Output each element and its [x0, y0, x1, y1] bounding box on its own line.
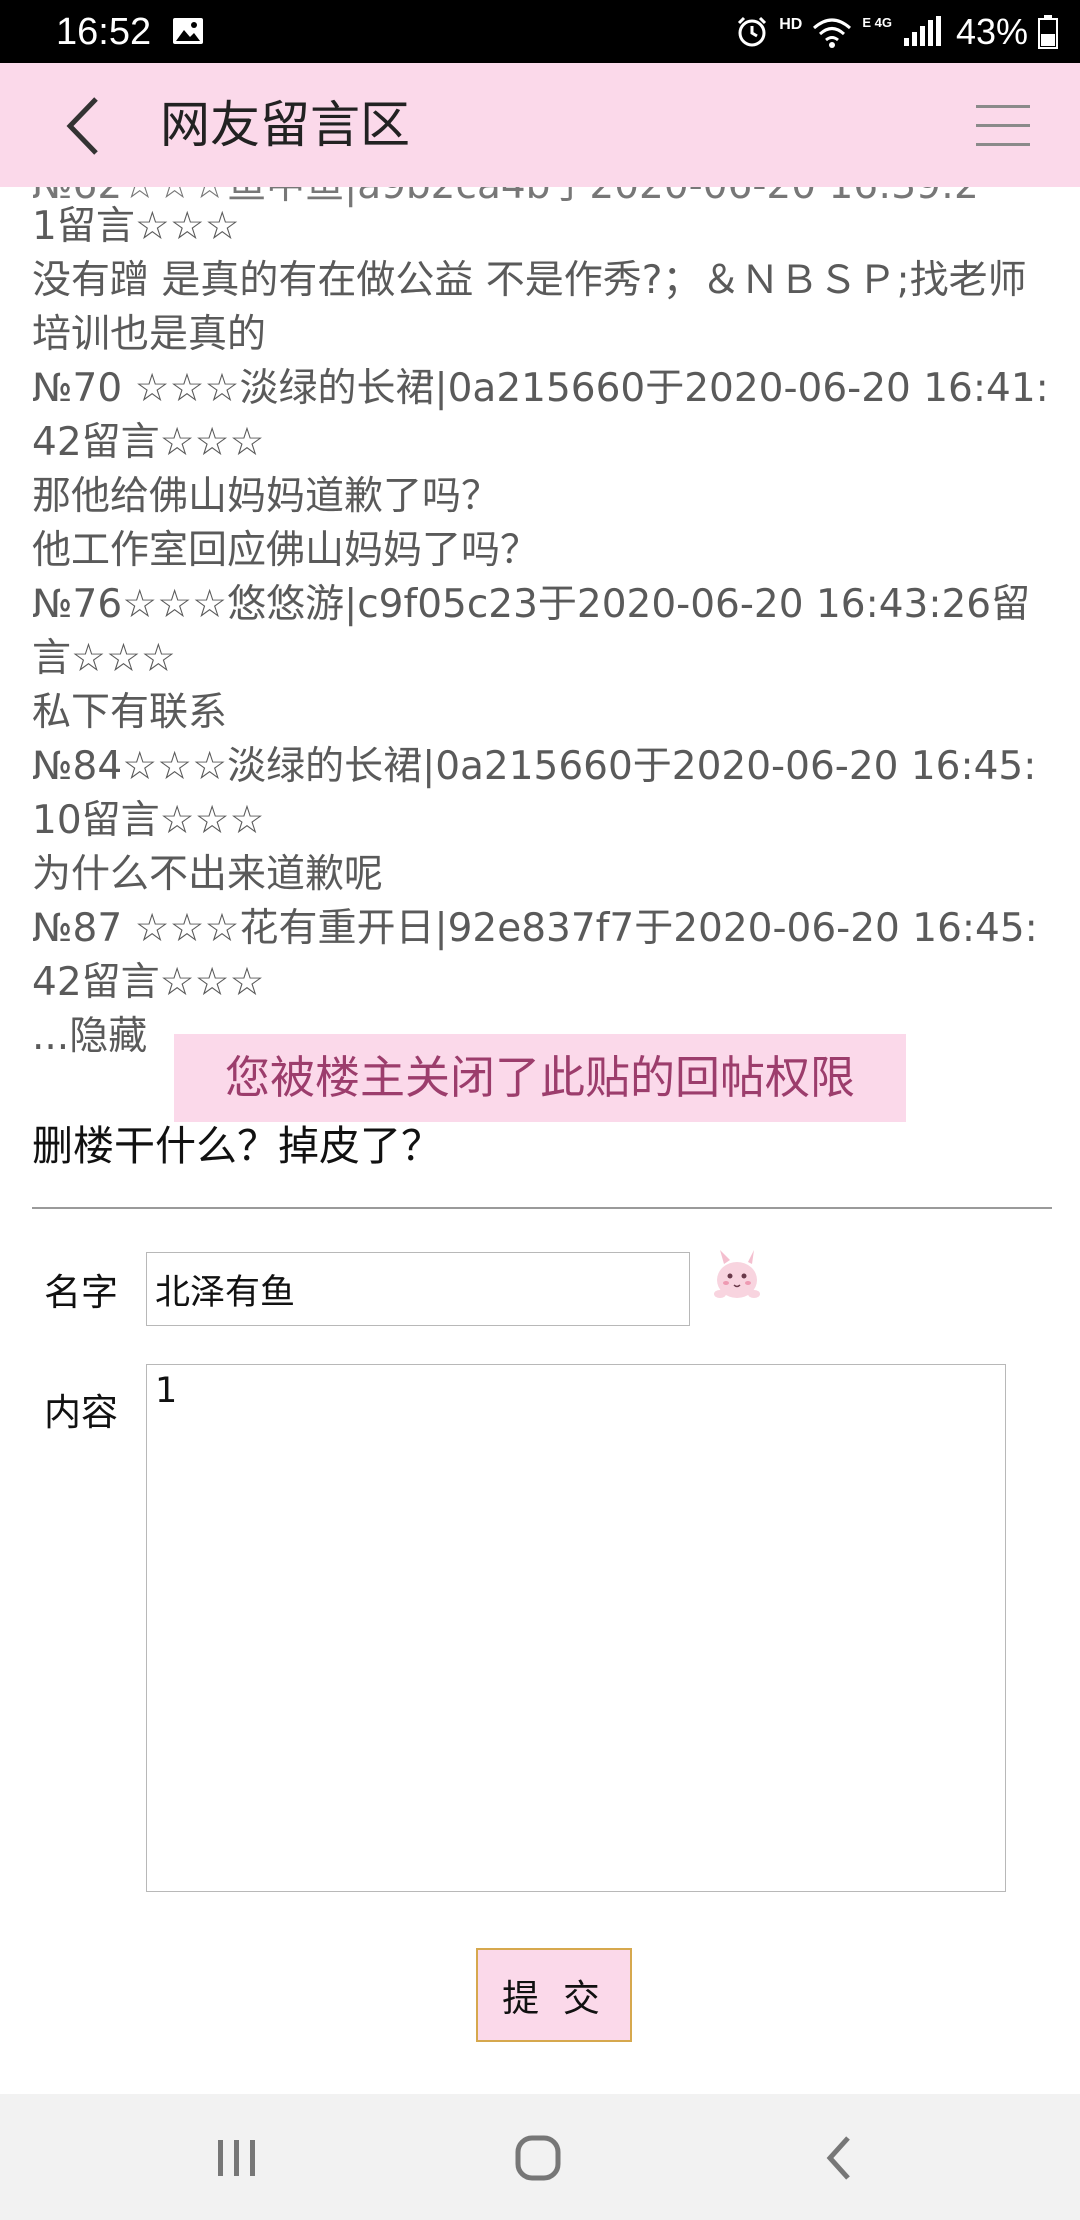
system-nav-bar: [0, 2094, 1080, 2220]
latest-reply-text: 删楼干什么？掉皮了？: [32, 1122, 442, 1170]
battery-percent: 43%: [955, 11, 1028, 52]
signal-icon: [903, 16, 941, 46]
submit-button[interactable]: 提 交: [476, 1948, 632, 2042]
status-time: 16:52: [56, 11, 152, 53]
back-button[interactable]: [56, 91, 116, 161]
message-line: №87 ☆☆☆花有重开日|92e837f7于2020-06-20 16:45:4…: [32, 906, 1038, 1005]
message-line: 1留言☆☆☆: [32, 204, 240, 249]
message-list: 1留言☆☆☆ 没有蹭 是真的有在做公益 不是作秀?；＆ＮＢＳＰ;找老师培训也是真…: [32, 200, 1052, 1010]
divider: [32, 1207, 1052, 1209]
content-label: 内容: [44, 1391, 118, 1434]
message-line: 那他给佛山妈妈道歉了吗？: [32, 474, 501, 519]
back-icon[interactable]: [810, 2130, 870, 2186]
name-field[interactable]: [146, 1252, 690, 1326]
wifi-icon: [813, 18, 852, 48]
home-icon[interactable]: [508, 2130, 568, 2186]
network-type: E 4G: [862, 14, 892, 30]
name-label: 名字: [44, 1271, 118, 1314]
message-line: №76☆☆☆悠悠游|c9f05c23于2020-06-20 16:43:26留言…: [32, 582, 1031, 681]
hidden-content-link[interactable]: ...隐藏: [32, 1010, 147, 1064]
message-line: 私下有联系: [32, 690, 228, 735]
content-textarea[interactable]: 1: [146, 1364, 1006, 1892]
gallery-icon: [173, 18, 203, 44]
hd-indicator: HD: [779, 16, 803, 33]
message-line: №70 ☆☆☆淡绿的长裙|0a215660于2020-06-20 16:41:4…: [32, 366, 1049, 465]
mascot-avatar-icon: [714, 1250, 760, 1298]
recent-apps-icon[interactable]: [206, 2130, 266, 2186]
app-header: 网友留言区: [0, 63, 1080, 187]
message-line: 他工作室回应佛山妈妈了吗？: [32, 528, 540, 573]
page-title: 网友留言区: [160, 96, 410, 154]
battery-icon: [1038, 15, 1058, 49]
message-line: №84☆☆☆淡绿的长裙|0a215660于2020-06-20 16:45:10…: [32, 744, 1037, 843]
hamburger-menu-icon[interactable]: [976, 103, 1030, 149]
message-line: 没有蹭 是真的有在做公益 不是作秀?；＆ＮＢＳＰ;找老师培训也是真的: [32, 258, 1027, 357]
alarm-icon: [738, 16, 767, 47]
reply-closed-notice: 您被楼主关闭了此贴的回帖权限: [174, 1034, 906, 1122]
message-line: 为什么不出来道歉呢: [32, 852, 384, 897]
status-bar: 16:52 HD E 4G 43%: [0, 0, 1080, 63]
status-right: HD E 4G 43%: [735, 8, 1058, 56]
